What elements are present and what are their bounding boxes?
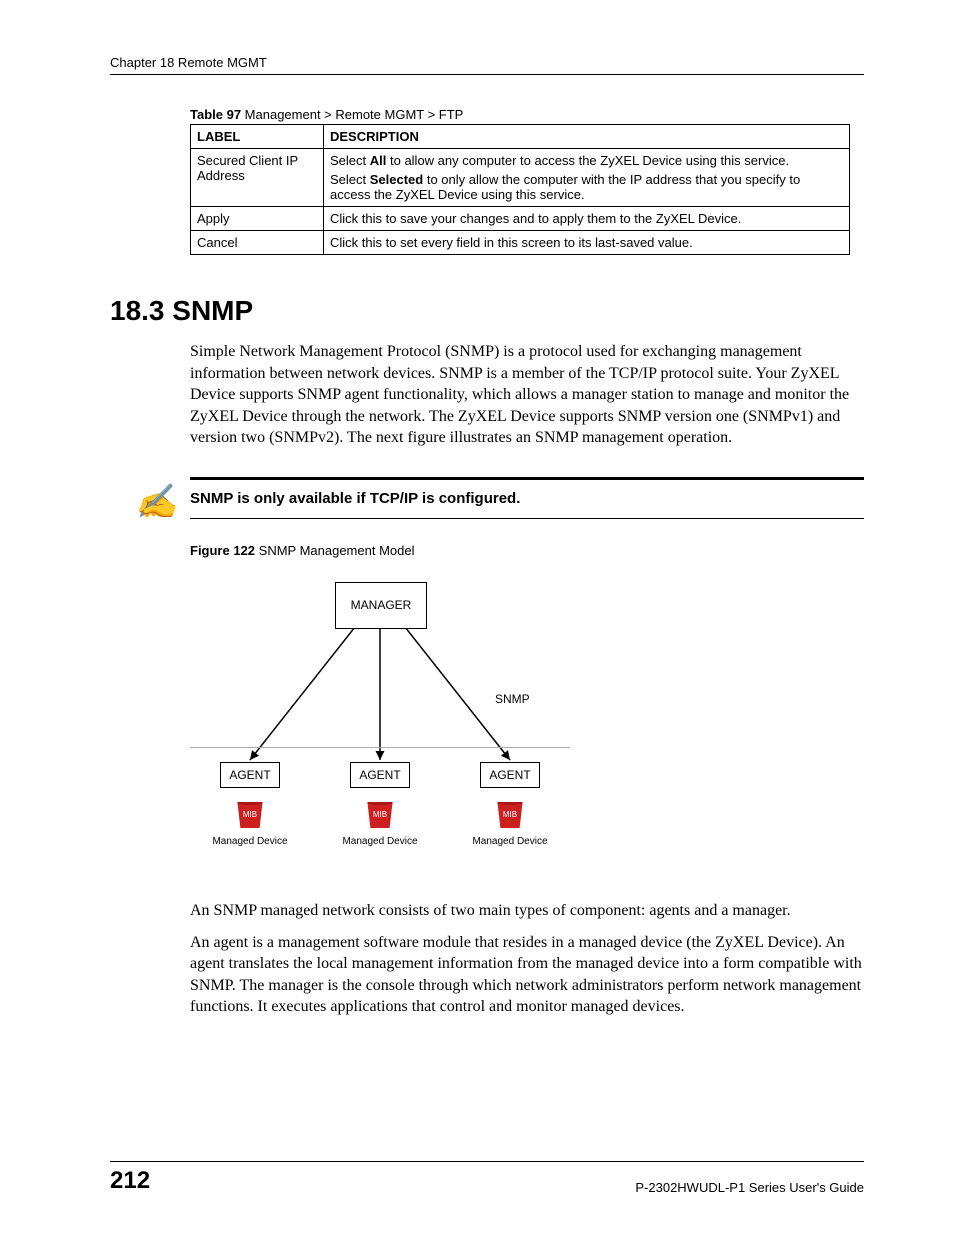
table-row: Secured Client IP Address Select All to … [191, 149, 850, 207]
managed-device: AGENT MIB Managed Device [335, 762, 425, 847]
table-row: Cancel Click this to set every field in … [191, 231, 850, 255]
guide-title: P-2302HWUDL-P1 Series User's Guide [635, 1180, 864, 1195]
table-title: Management > Remote MGMT > FTP [241, 107, 463, 122]
managed-device-label: Managed Device [335, 836, 425, 847]
note-text: SNMP is only available if TCP/IP is conf… [190, 490, 520, 507]
note-block: ✍ SNMP is only available if TCP/IP is co… [190, 477, 864, 519]
page-footer: 212 P-2302HWUDL-P1 Series User's Guide [110, 1161, 864, 1195]
cell-description: Select All to allow any computer to acce… [324, 149, 850, 207]
body-paragraph: An agent is a management software module… [190, 932, 864, 1018]
managed-device-label: Managed Device [465, 836, 555, 847]
figure-caption: Figure 122 SNMP Management Model [190, 543, 864, 558]
mib-icon: MIB [495, 802, 525, 828]
managed-device: AGENT MIB Managed Device [205, 762, 295, 847]
cell-description: Click this to save your changes and to a… [324, 207, 850, 231]
figure-title: SNMP Management Model [255, 543, 414, 558]
diagram-line [190, 747, 570, 748]
agent-box: AGENT [220, 762, 279, 788]
section-heading: 18.3 SNMP [110, 295, 864, 327]
body-paragraph: An SNMP managed network consists of two … [190, 900, 864, 922]
agent-box: AGENT [350, 762, 409, 788]
table-row: Apply Click this to save your changes an… [191, 207, 850, 231]
cell-label: Secured Client IP Address [191, 149, 324, 207]
col-header-label: LABEL [191, 125, 324, 149]
snmp-diagram: MANAGER SNMP AGENT MIB Managed Device AG… [190, 562, 570, 892]
table-number: Table 97 [190, 107, 241, 122]
page-number: 212 [110, 1167, 150, 1195]
cell-description: Click this to set every field in this sc… [324, 231, 850, 255]
snmp-label: SNMP [495, 692, 530, 706]
managed-device-label: Managed Device [205, 836, 295, 847]
table-caption: Table 97 Management > Remote MGMT > FTP [190, 107, 864, 122]
figure-number: Figure 122 [190, 543, 255, 558]
managed-device: AGENT MIB Managed Device [465, 762, 555, 847]
col-header-description: DESCRIPTION [324, 125, 850, 149]
body-paragraph: Simple Network Management Protocol (SNMP… [190, 341, 864, 449]
chapter-header: Chapter 18 Remote MGMT [110, 55, 864, 75]
mib-icon: MIB [235, 802, 265, 828]
agent-box: AGENT [480, 762, 539, 788]
mib-icon: MIB [365, 802, 395, 828]
ftp-table: LABEL DESCRIPTION Secured Client IP Addr… [190, 124, 850, 255]
cell-label: Apply [191, 207, 324, 231]
cell-label: Cancel [191, 231, 324, 255]
manager-box: MANAGER [335, 582, 427, 629]
note-icon: ✍ [135, 482, 177, 522]
